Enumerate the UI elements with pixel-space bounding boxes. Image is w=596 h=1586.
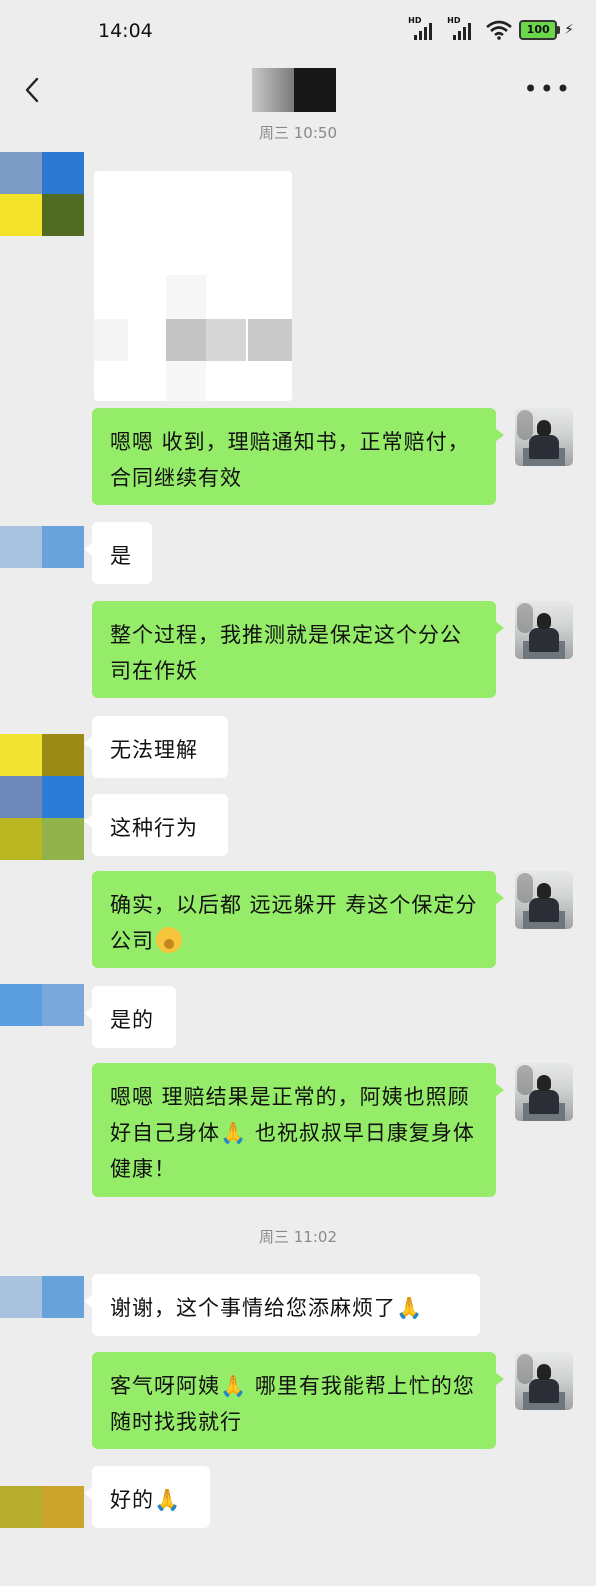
folded-hands-icon: 🙏 <box>220 1374 248 1398</box>
signal-icon: HD <box>408 16 440 42</box>
avatar[interactable] <box>0 1486 84 1528</box>
folded-hands-icon: 🙏 <box>220 1121 248 1145</box>
folded-hands-icon: 🙏 <box>396 1296 424 1320</box>
emoji-icon <box>156 927 182 953</box>
status-icons: HD HD 100 ⚡ <box>408 16 574 42</box>
message-outgoing[interactable]: 确实，以后都 远远躲开 寿这个保定分公司 <box>92 871 504 968</box>
avatar[interactable] <box>515 871 573 929</box>
message-incoming[interactable]: 好的🙏 <box>84 1466 210 1528</box>
status-bar: 14:04 HD HD 100 ⚡ <box>0 0 596 62</box>
message-text: 是的 <box>110 1008 154 1032</box>
battery-icon: 100 <box>519 20 561 40</box>
timestamp: 周三 11:02 <box>259 1228 337 1246</box>
folded-hands-icon: 🙏 <box>154 1488 182 1512</box>
message-text: 好的 <box>110 1488 154 1512</box>
status-time: 14:04 <box>98 20 153 42</box>
avatar[interactable] <box>515 408 573 466</box>
timestamp: 周三 10:50 <box>259 124 337 142</box>
signal-icon: HD <box>447 16 479 42</box>
message-text: 客气呀阿姨 <box>110 1374 220 1398</box>
chat-title-redacted <box>252 68 336 112</box>
avatar[interactable] <box>0 1276 84 1318</box>
message-text: 这种行为 <box>110 816 198 840</box>
message-text: 谢谢，这个事情给您添麻烦了 <box>110 1296 396 1320</box>
avatar[interactable] <box>0 526 84 568</box>
wifi-icon <box>486 20 512 40</box>
message-text: 是 <box>110 544 132 568</box>
message-outgoing[interactable]: 嗯嗯 收到，理赔通知书，正常赔付，合同继续有效 <box>92 408 504 505</box>
avatar[interactable] <box>0 734 84 860</box>
chevron-left-icon[interactable] <box>18 70 48 110</box>
message-text: 无法理解 <box>110 738 198 762</box>
avatar[interactable] <box>0 152 84 236</box>
avatar[interactable] <box>515 601 573 659</box>
message-incoming[interactable]: 是的 <box>84 986 176 1048</box>
avatar[interactable] <box>515 1063 573 1121</box>
message-incoming[interactable]: 这种行为 <box>84 794 228 856</box>
image-message-redacted[interactable] <box>94 171 292 401</box>
message-incoming[interactable]: 谢谢，这个事情给您添麻烦了🙏 <box>84 1274 480 1336</box>
message-outgoing[interactable]: 嗯嗯 理赔结果是正常的，阿姨也照顾好自己身体🙏 也祝叔叔早日康复身体健康！ <box>92 1063 504 1197</box>
message-outgoing[interactable]: 整个过程，我推测就是保定这个分公司在作妖 <box>92 601 504 698</box>
message-incoming[interactable]: 是 <box>84 522 152 584</box>
battery-level: 100 <box>526 23 550 36</box>
message-text: 嗯嗯 收到，理赔通知书，正常赔付，合同继续有效 <box>110 430 470 490</box>
avatar[interactable] <box>0 984 84 1026</box>
message-text: 整个过程，我推测就是保定这个分公司在作妖 <box>110 623 462 683</box>
more-horizontal-icon[interactable]: ••• <box>524 77 572 101</box>
avatar[interactable] <box>515 1352 573 1410</box>
message-incoming[interactable]: 无法理解 <box>84 716 228 778</box>
charging-icon: ⚡ <box>564 22 574 38</box>
message-outgoing[interactable]: 客气呀阿姨🙏 哪里有我能帮上忙的您随时找我就行 <box>92 1352 504 1449</box>
